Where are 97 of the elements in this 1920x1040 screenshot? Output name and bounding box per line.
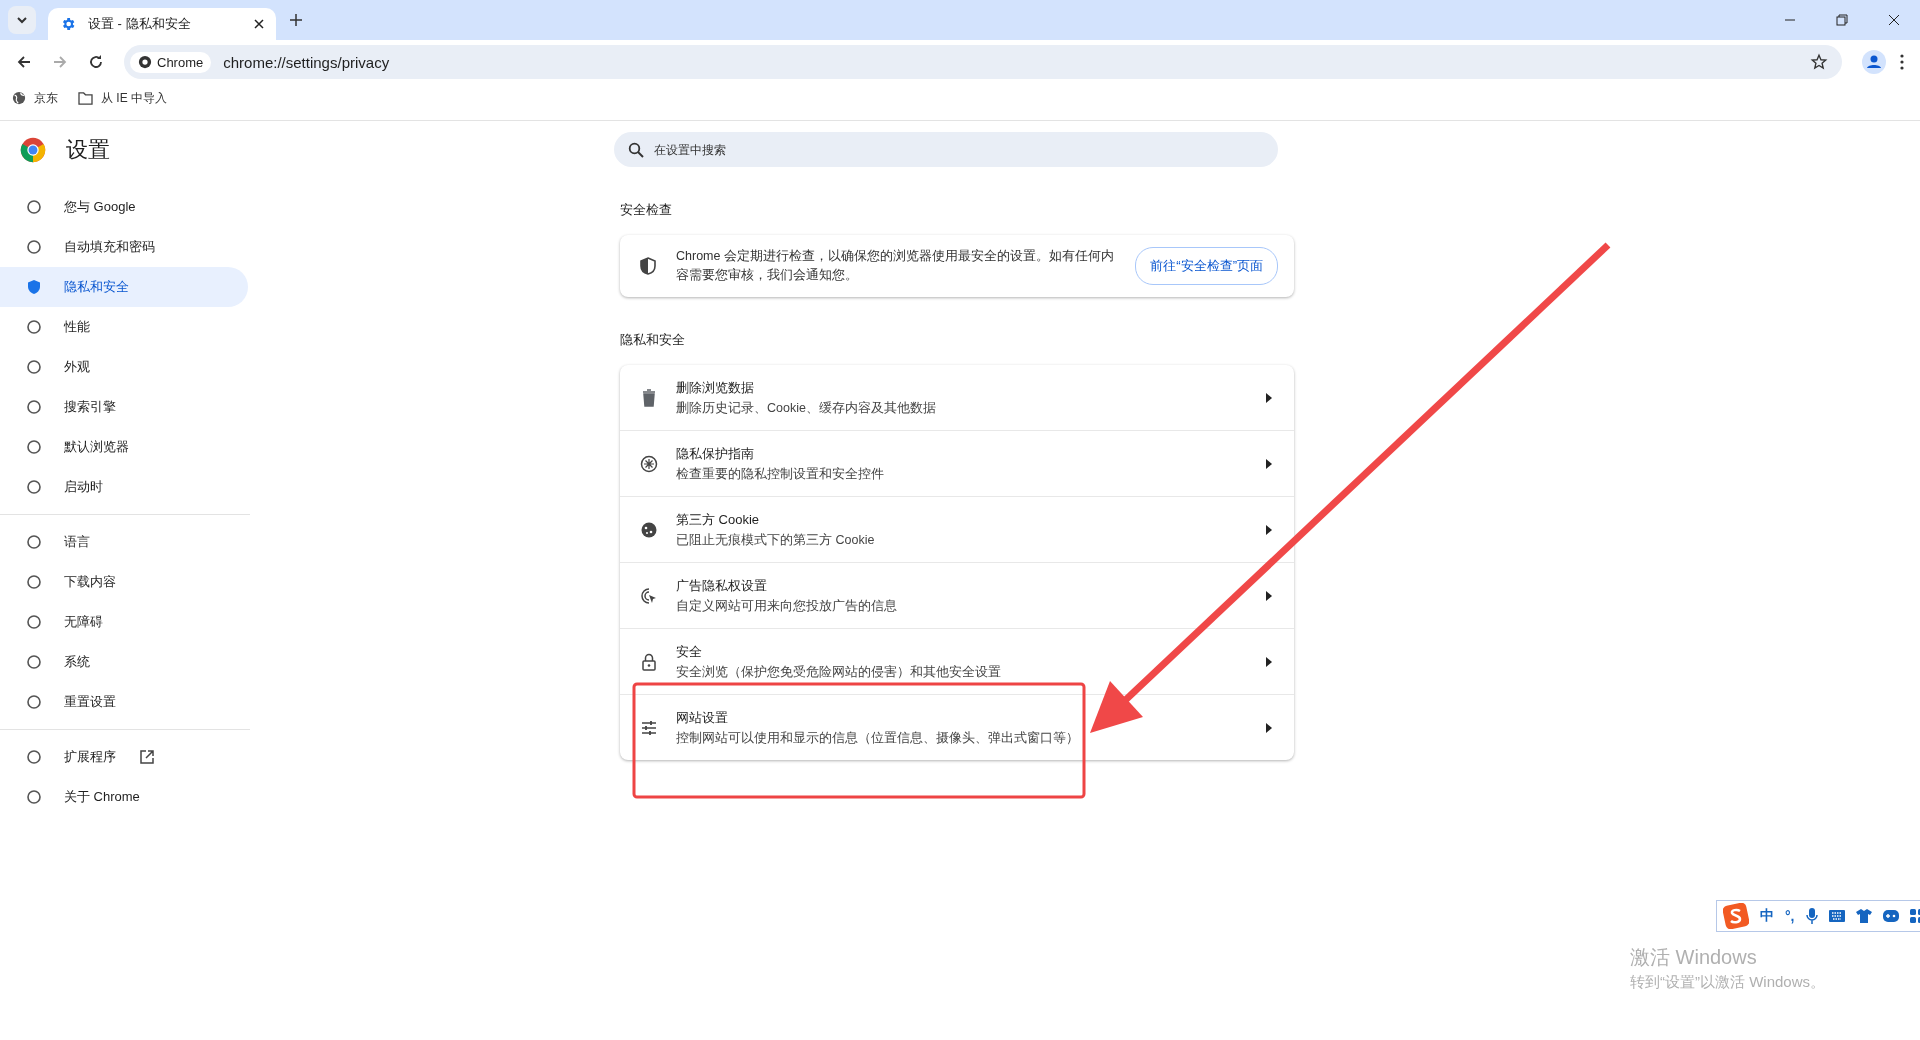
menu-item-icon (26, 789, 42, 805)
row-subtitle: 自定义网站可用来向您投放广告的信息 (676, 597, 898, 615)
keyboard-icon[interactable] (1828, 910, 1845, 922)
url-text: chrome://settings/privacy (223, 53, 390, 71)
setting-icon (640, 718, 658, 737)
sidebar-item[interactable]: 重置设置 (0, 682, 248, 722)
menu-item-icon (26, 399, 42, 415)
shield-icon (640, 257, 656, 275)
gear-icon (60, 16, 76, 32)
settings-row[interactable]: 广告隐私权设置 自定义网站可用来向您投放广告的信息 (620, 562, 1294, 628)
bookmark-item[interactable]: 京东 (12, 89, 58, 107)
menu-item-icon (26, 614, 42, 630)
menu-item-icon (26, 279, 42, 295)
bookmark-item[interactable]: 从 IE 中导入 (78, 89, 167, 107)
section-heading: 隐私和安全 (620, 331, 686, 349)
settings-row[interactable]: 删除浏览数据 删除历史记录、Cookie、缓存内容及其他数据 (620, 365, 1294, 430)
row-title: 安全 (676, 642, 703, 661)
settings-row[interactable]: 第三方 Cookie 已阻止无痕模式下的第三方 Cookie (620, 496, 1294, 562)
caret-icon (1266, 590, 1272, 601)
tab-title: 设置 - 隐私和安全 (88, 15, 192, 33)
sidebar-item[interactable]: 自动填充和密码 (0, 227, 248, 267)
row-subtitle: 删除历史记录、Cookie、缓存内容及其他数据 (676, 399, 937, 417)
star-icon[interactable] (1810, 53, 1828, 71)
more-menu-icon[interactable] (1900, 54, 1904, 70)
sidebar-item[interactable]: 无障碍 (0, 602, 248, 642)
ime-punctuation-button[interactable]: °, (1785, 908, 1795, 924)
activation-subtitle: 转到“设置”以激活 Windows。 (1630, 973, 1825, 992)
caret-icon (16, 14, 28, 26)
safety-check-button[interactable]: 前往“安全检查”页面 (1135, 247, 1278, 285)
menu-item-icon (26, 359, 42, 375)
row-subtitle: 控制网站可以使用和显示的信息（位置信息、摄像头、弹出式窗口等） (676, 729, 1080, 747)
menu-item-icon (26, 654, 42, 670)
section-heading: 安全检查 (620, 201, 673, 219)
sidebar-item[interactable]: 启动时 (0, 467, 248, 507)
external-link-icon (140, 750, 154, 764)
new-tab-icon[interactable] (290, 14, 302, 26)
globe-icon (12, 91, 26, 105)
sidebar-item[interactable]: 默认浏览器 (0, 427, 248, 467)
close-icon[interactable] (1888, 14, 1900, 26)
reload-icon[interactable] (88, 54, 104, 70)
caret-icon (1266, 458, 1272, 469)
row-title: 第三方 Cookie (676, 510, 761, 529)
menu-item-icon (26, 694, 42, 710)
sidebar-item[interactable]: 关于 Chrome (0, 777, 248, 817)
caret-icon (1266, 656, 1272, 667)
search-field[interactable]: 在设置中搜索 (614, 132, 1278, 167)
address-bar[interactable]: Chrome chrome://settings/privacy (124, 45, 1842, 79)
back-icon[interactable] (16, 54, 32, 70)
sidebar-item[interactable]: 扩展程序 (0, 737, 248, 777)
menu-item-icon (26, 439, 42, 455)
setting-icon (640, 520, 658, 539)
sidebar-item[interactable]: 系统 (0, 642, 248, 682)
sidebar-item[interactable]: 语言 (0, 522, 248, 562)
menu-item-icon (26, 574, 42, 590)
tab-search-button[interactable] (8, 6, 36, 34)
sidebar-item[interactable]: 隐私和安全 (0, 267, 248, 307)
menu-item-icon (26, 749, 42, 765)
caret-icon (1266, 722, 1272, 733)
row-subtitle: 检查重要的隐私控制设置和安全控件 (676, 465, 885, 483)
menu-item-icon (26, 239, 42, 255)
sidebar-item[interactable]: 您与 Google (0, 187, 248, 227)
row-subtitle: 已阻止无痕模式下的第三方 Cookie (676, 531, 876, 549)
folder-icon (78, 91, 93, 105)
setting-icon (640, 454, 658, 473)
ime-mode-button[interactable]: 中 (1760, 907, 1774, 925)
sidebar-item[interactable]: 下载内容 (0, 562, 248, 602)
browser-tab[interactable]: 设置 - 隐私和安全 (48, 8, 276, 40)
caret-icon (1266, 524, 1272, 535)
activation-title: 激活 Windows (1630, 945, 1758, 970)
shirt-icon[interactable] (1855, 909, 1872, 923)
caret-icon (1266, 392, 1272, 403)
sidebar-item[interactable]: 搜索引擎 (0, 387, 248, 427)
page-title: 设置 (66, 136, 110, 164)
sidebar-item[interactable]: 性能 (0, 307, 248, 347)
setting-icon (640, 388, 658, 407)
microphone-icon[interactable] (1805, 908, 1818, 924)
row-title: 删除浏览数据 (676, 378, 755, 397)
row-title: 隐私保护指南 (676, 444, 755, 463)
menu-item-icon (26, 534, 42, 550)
menu-item-icon (26, 319, 42, 335)
setting-icon (640, 652, 658, 671)
safety-check-description: Chrome 会定期进行检查，以确保您的浏览器使用最安全的设置。如有任何内容需要您审核，我们会通知您。 (676, 248, 1115, 284)
row-subtitle: 安全浏览（保护您免受危险网站的侵害）和其他安全设置 (676, 663, 1002, 681)
row-title: 广告隐私权设置 (676, 576, 768, 595)
menu-item-icon (26, 479, 42, 495)
sidebar-item[interactable]: 外观 (0, 347, 248, 387)
settings-row[interactable]: 隐私保护指南 检查重要的隐私控制设置和安全控件 (620, 430, 1294, 496)
gamepad-icon[interactable] (1882, 910, 1899, 922)
ime-logo-icon[interactable] (1723, 903, 1749, 929)
profile-avatar-icon[interactable] (1862, 50, 1886, 74)
site-chip[interactable]: Chrome (130, 51, 212, 73)
close-icon[interactable] (254, 19, 264, 29)
setting-icon (640, 586, 658, 605)
menu-item-icon (26, 199, 42, 215)
grid-icon[interactable] (1909, 909, 1920, 923)
row-title: 网站设置 (676, 708, 729, 727)
restore-icon[interactable] (1836, 14, 1848, 26)
